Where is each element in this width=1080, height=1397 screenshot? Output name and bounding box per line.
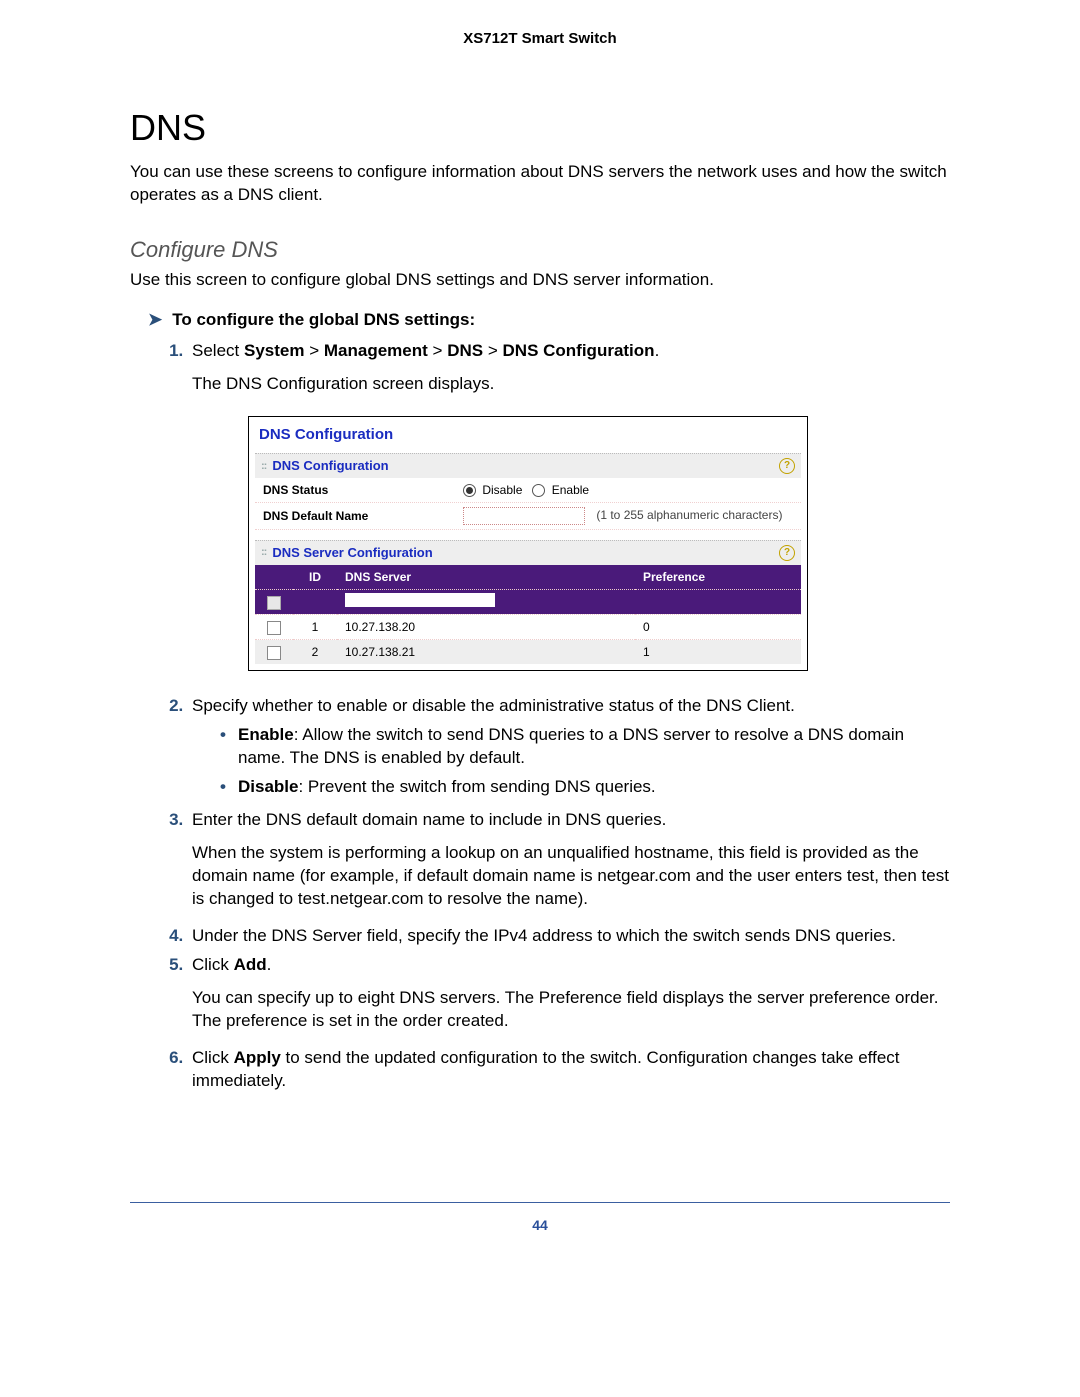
nav-dns-config: DNS Configuration: [503, 341, 655, 360]
step-3: Enter the DNS default domain name to inc…: [188, 809, 950, 911]
sub-disable: Disable: Prevent the switch from sending…: [220, 776, 950, 799]
enable-text: : Allow the switch to send DNS queries t…: [238, 725, 904, 767]
dns-status-row: DNS Status Disable Enable: [255, 478, 801, 503]
step5-after: You can specify up to eight DNS servers.…: [192, 987, 950, 1033]
panel-title-1: DNS Configuration: [272, 457, 388, 475]
grip-icon: ::: [261, 459, 266, 474]
disable-label: Disable: [238, 777, 298, 796]
table-row: 2 10.27.138.21 1: [255, 640, 801, 665]
select-all-checkbox[interactable]: [267, 596, 281, 610]
page-number: 44: [130, 1217, 950, 1233]
dns-server-input[interactable]: [345, 593, 495, 607]
panel-title-2: DNS Server Configuration: [272, 544, 432, 562]
nav-management: Management: [324, 341, 428, 360]
sub-intro-paragraph: Use this screen to configure global DNS …: [130, 269, 950, 292]
section-heading: DNS: [130, 107, 950, 149]
steps-list: Select System > Management > DNS > DNS C…: [160, 340, 950, 1092]
radio-enable[interactable]: [532, 484, 545, 497]
task-heading: ➤ To configure the global DNS settings:: [148, 310, 950, 330]
document-title: XS712T Smart Switch: [130, 30, 950, 47]
panel-header-config: :: DNS Configuration ?: [255, 453, 801, 478]
dns-config-screenshot: DNS Configuration :: DNS Configuration ?…: [248, 416, 808, 671]
step3-text: Enter the DNS default domain name to inc…: [192, 810, 666, 829]
table-row: 1 10.27.138.20 0: [255, 614, 801, 639]
radio-enable-label: Enable: [552, 483, 589, 497]
dns-default-name-label: DNS Default Name: [263, 508, 463, 524]
cell-pref: 0: [635, 614, 801, 639]
dns-default-name-input[interactable]: [463, 507, 585, 525]
nav-sep: >: [309, 341, 319, 360]
cell-id: 1: [293, 614, 337, 639]
panel-title-main: DNS Configuration: [255, 423, 801, 453]
step1-after: The DNS Configuration screen displays.: [192, 373, 950, 396]
col-server: DNS Server: [337, 565, 635, 590]
col-pref: Preference: [635, 565, 801, 590]
nav-sep: >: [433, 341, 443, 360]
dns-server-table: ID DNS Server Preference 1 10.27.138.20: [255, 565, 801, 665]
table-input-row: [255, 589, 801, 614]
radio-disable-label: Disable: [482, 483, 522, 497]
step6-apply: Apply: [234, 1048, 281, 1067]
cell-server: 10.27.138.21: [337, 640, 635, 665]
nav-sep: >: [488, 341, 498, 360]
task-title: To configure the global DNS settings:: [172, 310, 475, 330]
task-arrow-icon: ➤: [148, 310, 162, 330]
cell-server: 10.27.138.20: [337, 614, 635, 639]
step6-suffix: to send the updated configuration to the…: [192, 1048, 900, 1090]
step-1: Select System > Management > DNS > DNS C…: [188, 340, 950, 671]
step4-text: Under the DNS Server field, specify the …: [192, 926, 896, 945]
col-id: ID: [293, 565, 337, 590]
dns-default-name-row: DNS Default Name (1 to 255 alphanumeric …: [255, 503, 801, 530]
radio-disable[interactable]: [463, 484, 476, 497]
grip-icon: ::: [261, 545, 266, 560]
step5-prefix: Click: [192, 955, 234, 974]
dns-status-label: DNS Status: [263, 482, 463, 498]
step2-text: Specify whether to enable or disable the…: [192, 696, 795, 715]
step2-sublist: Enable: Allow the switch to send DNS que…: [192, 724, 950, 799]
row-checkbox[interactable]: [267, 621, 281, 635]
step-5: Click Add. You can specify up to eight D…: [188, 954, 950, 1033]
cell-id: 2: [293, 640, 337, 665]
panel-header-server: :: DNS Server Configuration ?: [255, 540, 801, 565]
subsection-heading: Configure DNS: [130, 237, 950, 263]
dns-default-name-hint: (1 to 255 alphanumeric characters): [596, 508, 782, 522]
step-6: Click Apply to send the updated configur…: [188, 1047, 950, 1093]
cell-pref: 1: [635, 640, 801, 665]
table-header-row: ID DNS Server Preference: [255, 565, 801, 590]
intro-paragraph: You can use these screens to configure i…: [130, 161, 950, 207]
nav-system: System: [244, 341, 304, 360]
footer-rule: [130, 1202, 950, 1203]
step1-prefix: Select: [192, 341, 244, 360]
help-icon[interactable]: ?: [779, 458, 795, 474]
step-2: Specify whether to enable or disable the…: [188, 695, 950, 799]
step3-after: When the system is performing a lookup o…: [192, 842, 950, 911]
nav-dns: DNS: [447, 341, 483, 360]
step5-suffix: .: [267, 955, 272, 974]
disable-text: : Prevent the switch from sending DNS qu…: [298, 777, 655, 796]
sub-enable: Enable: Allow the switch to send DNS que…: [220, 724, 950, 770]
enable-label: Enable: [238, 725, 294, 744]
row-checkbox[interactable]: [267, 646, 281, 660]
step-4: Under the DNS Server field, specify the …: [188, 925, 950, 948]
step5-add: Add: [234, 955, 267, 974]
step6-prefix: Click: [192, 1048, 234, 1067]
help-icon[interactable]: ?: [779, 545, 795, 561]
